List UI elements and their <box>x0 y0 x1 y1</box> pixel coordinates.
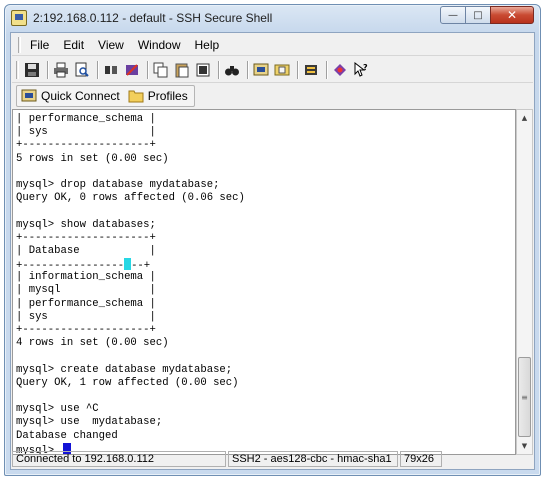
menu-file[interactable]: File <box>27 36 52 54</box>
window-title: 2:192.168.0.112 - default - SSH Secure S… <box>33 11 273 25</box>
window-controls: — □ ✕ <box>440 6 534 24</box>
minimize-button[interactable]: — <box>440 6 466 24</box>
status-bar: Connected to 192.168.0.112 SSH2 - aes128… <box>12 450 533 468</box>
menu-help-label: Help <box>194 37 220 52</box>
menubar-grip[interactable] <box>18 36 21 53</box>
toolbar-separator <box>247 60 249 79</box>
terminal-line: 5 rows in set (0.00 sec) <box>16 152 169 165</box>
terminal-line: mysql> use mydatabase; <box>16 416 163 429</box>
terminal-line: | performance_schema | <box>16 297 156 310</box>
profiles-label: Profiles <box>147 89 188 103</box>
status-connection: Connected to 192.168.0.112 <box>12 451 226 467</box>
maximize-button[interactable]: □ <box>465 6 491 24</box>
terminal-line: | sys | <box>16 310 156 323</box>
quick-connect-group: Quick Connect Profiles <box>16 85 195 107</box>
print-icon[interactable] <box>52 61 70 79</box>
toolbar-separator <box>97 60 99 79</box>
help-icon[interactable] <box>331 61 349 79</box>
quick-connect-button[interactable]: Quick Connect <box>21 88 120 104</box>
menu-help[interactable]: Help <box>192 36 223 54</box>
paste-icon[interactable] <box>173 61 191 79</box>
terminal-output[interactable]: | performance_schema | | sys | +--------… <box>12 109 516 455</box>
ssh-app-icon <box>11 10 27 26</box>
menu-edit-label: Edit <box>63 37 85 52</box>
status-encryption: SSH2 - aes128-cbc - hmac-sha1 <box>228 451 398 467</box>
client-area: File Edit View Window Help ? Quick Conne… <box>10 32 535 470</box>
settings-icon[interactable] <box>302 61 320 79</box>
grip-icon: ≡ <box>521 392 528 402</box>
toolbar-separator <box>47 60 49 79</box>
disconnect-icon[interactable] <box>102 61 120 79</box>
terminal-line: mysql> create database mydatabase; <box>16 363 233 376</box>
menu-window-label: Window <box>137 37 181 52</box>
toolbar-separator <box>297 60 299 79</box>
folder-icon <box>128 90 144 103</box>
menu-view-label: View <box>98 37 124 52</box>
terminal-line: | sys | <box>16 126 156 139</box>
scrollbar-thumb[interactable]: ≡ <box>518 357 531 437</box>
terminal-line-tail: --+ <box>131 260 151 273</box>
terminal-line: | mysql | <box>16 284 156 297</box>
context-help-icon[interactable]: ? <box>352 61 370 79</box>
menu-file-label: File <box>30 37 50 52</box>
ssh-window: 2:192.168.0.112 - default - SSH Secure S… <box>4 4 541 476</box>
terminal-line-head: +---------------- <box>16 260 125 273</box>
terminal-line: Query OK, 0 rows affected (0.06 sec) <box>16 192 245 205</box>
menu-edit[interactable]: Edit <box>60 36 87 54</box>
menu-window[interactable]: Window <box>135 36 184 54</box>
save-icon[interactable] <box>23 61 41 79</box>
copy-icon[interactable] <box>152 61 170 79</box>
quick-connect-bar: Quick Connect Profiles <box>12 84 533 108</box>
profiles-button[interactable]: Profiles <box>128 89 188 103</box>
paste-special-icon[interactable] <box>194 61 212 79</box>
toolbar: ? <box>12 57 533 83</box>
quick-connect-label: Quick Connect <box>41 89 120 103</box>
quick-settings-icon[interactable] <box>123 61 141 79</box>
menu-bar: File Edit View Window Help <box>12 34 533 56</box>
terminal-line: +--------------------+ <box>16 231 156 244</box>
terminal-line: +--------------------+ <box>16 139 156 152</box>
new-file-transfer-icon[interactable] <box>273 61 291 79</box>
terminal-line: | performance_schema | <box>16 113 156 125</box>
menu-view[interactable]: View <box>95 36 127 54</box>
close-button[interactable]: ✕ <box>490 6 534 24</box>
terminal-line-with-cursor: +---------------- --+ <box>16 258 515 273</box>
toolbar-grip[interactable] <box>16 60 19 79</box>
print-preview-icon[interactable] <box>73 61 91 79</box>
terminal-line: Database changed <box>16 429 118 442</box>
new-terminal-icon[interactable] <box>252 61 270 79</box>
svg-text:?: ? <box>363 63 368 72</box>
terminal-line: mysql> drop database mydatabase; <box>16 178 220 191</box>
toolbar-separator <box>218 60 220 79</box>
toolbar-separator <box>147 60 149 79</box>
title-bar[interactable]: 2:192.168.0.112 - default - SSH Secure S… <box>5 5 540 31</box>
quick-connect-icon <box>21 89 37 102</box>
status-filler <box>444 451 531 467</box>
toolbar-separator <box>326 60 328 79</box>
status-terminal-size: 79x26 <box>400 451 442 467</box>
terminal-line: | Database | <box>16 244 156 257</box>
scroll-up-arrow-icon[interactable]: ▲ <box>517 110 532 126</box>
terminal-line: 4 rows in set (0.00 sec) <box>16 337 169 350</box>
terminal-line: mysql> show databases; <box>16 218 156 231</box>
vertical-scrollbar[interactable]: ▲ ≡ ▼ <box>516 109 533 455</box>
terminal-line: Query OK, 1 row affected (0.00 sec) <box>16 376 239 389</box>
terminal-line: | information_schema | <box>16 271 156 284</box>
terminal-line: +--------------------+ <box>16 324 156 336</box>
terminal-line: mysql> use ^C <box>16 403 99 416</box>
find-icon[interactable] <box>223 61 241 79</box>
